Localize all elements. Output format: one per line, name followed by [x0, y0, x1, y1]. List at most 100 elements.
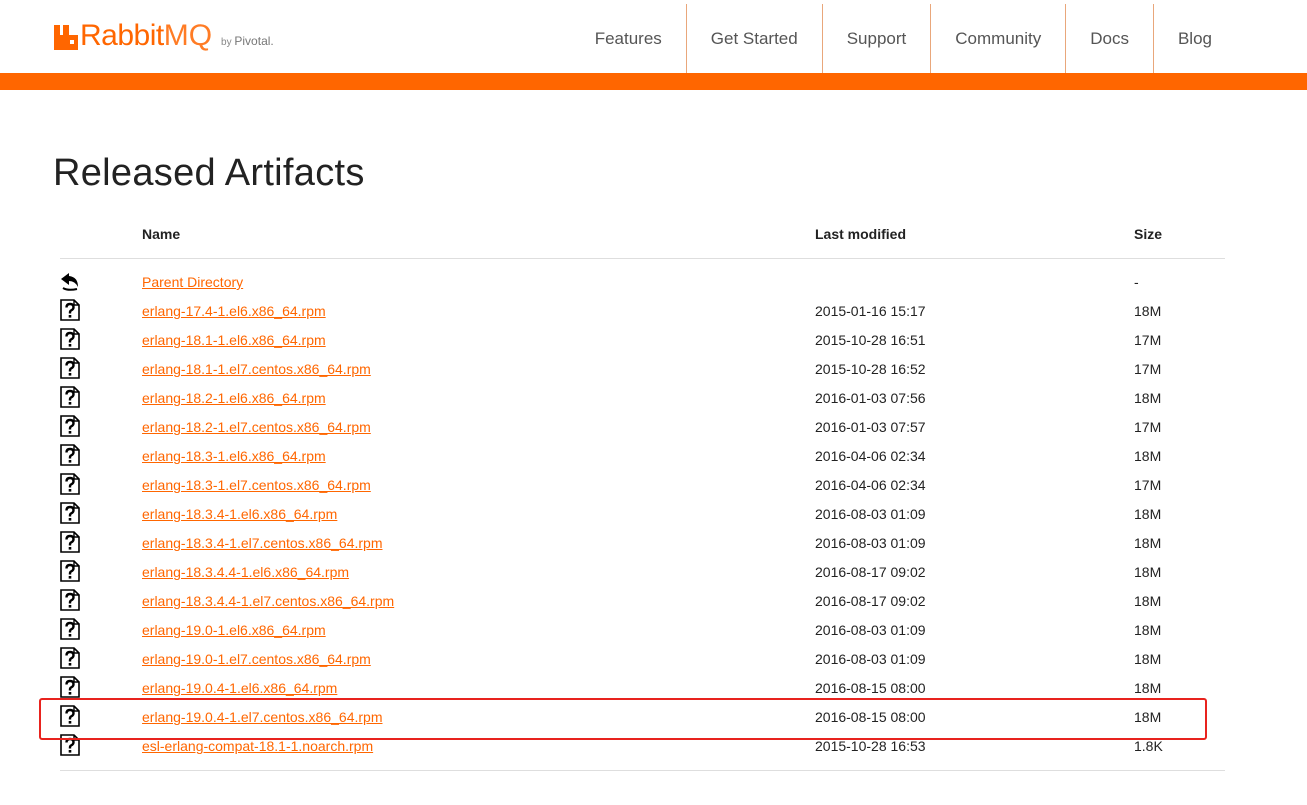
table-row: erlang-18.3.4.4-1.el7.centos.x86_64.rpm 2… — [60, 587, 1225, 616]
nav-features[interactable]: Features — [571, 4, 686, 73]
file-icon — [60, 357, 80, 379]
size-value: 18M — [1134, 622, 1162, 638]
table-row: erlang-18.3-1.el7.centos.x86_64.rpm 2016-… — [60, 471, 1225, 500]
table-header-divider — [60, 258, 1225, 259]
nav-docs[interactable]: Docs — [1065, 4, 1153, 73]
file-icon — [60, 502, 80, 524]
last-modified-value: 2016-08-15 08:00 — [815, 709, 926, 725]
last-modified-value: 2016-08-03 01:09 — [815, 622, 926, 638]
header-accent-bar — [0, 73, 1307, 90]
size-value: 17M — [1134, 332, 1162, 348]
size-value: 18M — [1134, 390, 1162, 406]
file-link[interactable]: esl-erlang-compat-18.1-1.noarch.rpm — [142, 738, 373, 754]
size-value: 18M — [1134, 709, 1162, 725]
size-value: 18M — [1134, 680, 1162, 696]
file-link[interactable]: erlang-18.3-1.el7.centos.x86_64.rpm — [142, 477, 371, 493]
logo-pivotal: Pivotal. — [234, 34, 274, 48]
last-modified-value: 2016-04-06 02:34 — [815, 477, 926, 493]
table-row: erlang-19.0.4-1.el7.centos.x86_64.rpm 201… — [60, 703, 1225, 732]
last-modified-value: 2015-01-16 15:17 — [815, 303, 926, 319]
last-modified-value: 2015-10-28 16:52 — [815, 361, 926, 377]
file-link[interactable]: erlang-19.0-1.el6.x86_64.rpm — [142, 622, 326, 638]
file-link[interactable]: erlang-18.3-1.el6.x86_64.rpm — [142, 448, 326, 464]
file-icon — [60, 676, 80, 698]
size-value: 18M — [1134, 535, 1162, 551]
file-icon — [60, 618, 80, 640]
file-icon — [60, 560, 80, 582]
table-row: erlang-18.1-1.el7.centos.x86_64.rpm 2015-… — [60, 355, 1225, 384]
size-value: 18M — [1134, 506, 1162, 522]
nav-blog[interactable]: Blog — [1152, 4, 1236, 73]
file-icon — [60, 589, 80, 611]
last-modified-value: 2016-08-15 08:00 — [815, 680, 926, 696]
size-value: 18M — [1134, 303, 1162, 319]
site-header: Rabbit MQ by Pivotal. Features Get Starte… — [0, 0, 1307, 74]
rabbitmq-logo[interactable]: Rabbit MQ by Pivotal. — [53, 17, 274, 51]
back-icon — [60, 270, 80, 292]
size-value: 17M — [1134, 361, 1162, 377]
file-link[interactable]: erlang-18.3.4-1.el6.x86_64.rpm — [142, 506, 337, 522]
column-header-last-modified[interactable]: Last modified — [815, 226, 906, 242]
file-link[interactable]: erlang-19.0-1.el7.centos.x86_64.rpm — [142, 651, 371, 667]
table-row: erlang-19.0.4-1.el6.x86_64.rpm 2016-08-15… — [60, 674, 1225, 703]
nav-support[interactable]: Support — [821, 4, 931, 73]
table-footer-divider — [60, 770, 1225, 771]
file-link[interactable]: erlang-18.3.4-1.el7.centos.x86_64.rpm — [142, 535, 382, 551]
nav-community[interactable]: Community — [930, 4, 1065, 73]
file-icon — [60, 444, 80, 466]
size-value: 17M — [1134, 477, 1162, 493]
last-modified-value: 2016-08-03 01:09 — [815, 506, 926, 522]
logo-by-pivotal: by Pivotal. — [221, 34, 274, 48]
file-link[interactable]: erlang-18.2-1.el6.x86_64.rpm — [142, 390, 326, 406]
table-row: erlang-18.3.4.4-1.el6.x86_64.rpm 2016-08-… — [60, 558, 1225, 587]
file-link[interactable]: erlang-18.2-1.el7.centos.x86_64.rpm — [142, 419, 371, 435]
logo-text-rabbit: Rabbit — [80, 19, 164, 52]
column-header-name[interactable]: Name — [142, 226, 180, 242]
table-row: erlang-19.0-1.el6.x86_64.rpm 2016-08-03 0… — [60, 616, 1225, 645]
file-icon — [60, 734, 80, 756]
table-row: erlang-19.0-1.el7.centos.x86_64.rpm 2016-… — [60, 645, 1225, 674]
last-modified-value: 2016-08-17 09:02 — [815, 564, 926, 580]
file-link[interactable]: erlang-18.1-1.el7.centos.x86_64.rpm — [142, 361, 371, 377]
table-row: esl-erlang-compat-18.1-1.noarch.rpm 2015-… — [60, 732, 1225, 761]
file-icon — [60, 386, 80, 408]
last-modified-value: 2015-10-28 16:53 — [815, 738, 926, 754]
file-link[interactable]: erlang-18.1-1.el6.x86_64.rpm — [142, 332, 326, 348]
table-row: erlang-18.3-1.el6.x86_64.rpm 2016-04-06 0… — [60, 442, 1225, 471]
table-row: erlang-18.2-1.el6.x86_64.rpm 2016-01-03 0… — [60, 384, 1225, 413]
logo-by: by — [221, 37, 232, 48]
table-row: Parent Directory - — [60, 268, 1225, 297]
size-value: 18M — [1134, 448, 1162, 464]
file-link[interactable]: Parent Directory — [142, 274, 243, 290]
size-value: 17M — [1134, 419, 1162, 435]
file-link[interactable]: erlang-18.3.4.4-1.el6.x86_64.rpm — [142, 564, 349, 580]
file-link[interactable]: erlang-19.0.4-1.el6.x86_64.rpm — [142, 680, 337, 696]
size-value: 18M — [1134, 593, 1162, 609]
last-modified-value: 2016-04-06 02:34 — [815, 448, 926, 464]
rabbitmq-logo-icon — [54, 25, 78, 50]
last-modified-value: 2016-08-03 01:09 — [815, 651, 926, 667]
table-row: erlang-18.2-1.el7.centos.x86_64.rpm 2016-… — [60, 413, 1225, 442]
file-link[interactable]: erlang-17.4-1.el6.x86_64.rpm — [142, 303, 326, 319]
last-modified-value: 2016-01-03 07:57 — [815, 419, 926, 435]
logo-text-mq: MQ — [163, 19, 213, 52]
size-value: 18M — [1134, 651, 1162, 667]
last-modified-value: 2015-10-28 16:51 — [815, 332, 926, 348]
table-row: erlang-18.3.4-1.el6.x86_64.rpm 2016-08-03… — [60, 500, 1225, 529]
nav-get-started[interactable]: Get Started — [685, 4, 822, 73]
size-value: - — [1134, 274, 1139, 290]
file-icon — [60, 415, 80, 437]
last-modified-value: 2016-08-03 01:09 — [815, 535, 926, 551]
table-row: erlang-18.1-1.el6.x86_64.rpm 2015-10-28 1… — [60, 326, 1225, 355]
file-link[interactable]: erlang-18.3.4.4-1.el7.centos.x86_64.rpm — [142, 593, 394, 609]
last-modified-value: 2016-08-17 09:02 — [815, 593, 926, 609]
file-icon — [60, 705, 80, 727]
file-icon — [60, 531, 80, 553]
size-value: 18M — [1134, 564, 1162, 580]
file-link[interactable]: erlang-19.0.4-1.el7.centos.x86_64.rpm — [142, 709, 382, 725]
file-icon — [60, 473, 80, 495]
column-header-size[interactable]: Size — [1134, 226, 1162, 242]
table-row: erlang-17.4-1.el6.x86_64.rpm 2015-01-16 1… — [60, 297, 1225, 326]
file-icon — [60, 328, 80, 350]
page-title: Released Artifacts — [53, 152, 365, 194]
